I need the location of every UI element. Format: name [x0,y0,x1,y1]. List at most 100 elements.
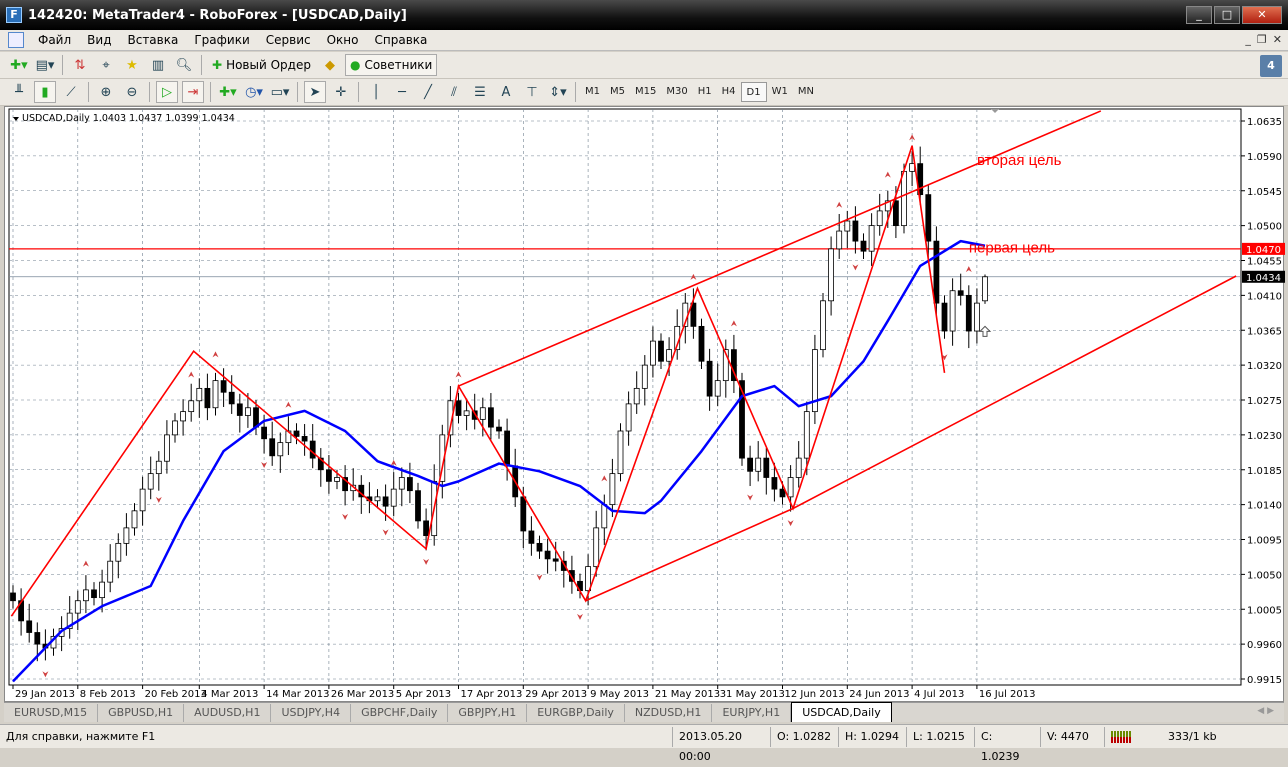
price-tick-label: 1.0590 [1247,152,1282,163]
price-tick-label: 1.0410 [1247,291,1282,302]
candle-bear [487,407,494,428]
chart-tab[interactable]: EURJPY,H1 [712,704,792,722]
status-low: L: 1.0215 [906,726,974,747]
price-tick-label: 1.0230 [1247,431,1282,442]
arrows-icon[interactable]: ⇕▾ [547,81,569,103]
navigator-icon[interactable]: ★ [121,54,143,76]
expert-advisors-icon: ● [349,58,361,72]
date-tick-label: 16 Jul 2013 [979,689,1036,700]
price-tick-label: 1.0095 [1247,536,1282,547]
notifications-button[interactable]: 4 [1260,55,1282,77]
candle-bull [334,477,340,482]
mdi-minimize-icon[interactable]: _ [1245,33,1251,46]
candle-bull [755,457,762,472]
chart-tab[interactable]: AUDUSD,H1 [184,704,272,722]
periods-icon[interactable]: ◷▾ [243,81,265,103]
equidistant-channel-icon[interactable]: ⫽ [443,81,465,103]
price-chart[interactable]: 1.0635 1.0590 1.0545 1.0500 1.0455 1.0410 1.03… [5,107,1285,703]
chart-document-icon[interactable] [8,32,24,48]
chart-tab[interactable]: NZDUSD,H1 [625,704,713,722]
chart-tab[interactable]: EURUSD,M15 [4,704,99,722]
candle-bear [382,496,389,507]
text-icon[interactable]: A [495,81,517,103]
timeframe-mn[interactable]: MN [793,82,819,102]
target-label: первая цель [969,239,1055,256]
candle-bull [974,302,980,332]
minimize-button[interactable]: _ [1186,6,1212,24]
menu-insert[interactable]: Вставка [119,33,186,47]
fibonacci-icon[interactable]: ☰ [469,81,491,103]
market-watch-icon[interactable]: ⇅ [69,54,91,76]
mdi-close-icon[interactable]: ✕ [1273,33,1282,46]
terminal-icon[interactable]: ▥ [147,54,169,76]
current-price-label: 1.0434 [1246,273,1281,284]
candle-bear [957,290,964,296]
timeframe-m1[interactable]: M1 [580,82,605,102]
menu-window[interactable]: Окно [319,33,367,47]
candle-bear [706,360,713,397]
timeframe-m5[interactable]: M5 [605,82,630,102]
menu-file[interactable]: Файл [30,33,79,47]
candle-bear [860,240,867,252]
candle-bear [10,592,16,602]
new-chart-icon[interactable]: ✚▾ [8,54,30,76]
indicators-icon[interactable]: ✚▾ [217,81,239,103]
candle-bull [147,473,154,490]
maximize-button[interactable]: □ [1214,6,1240,24]
chart-tab[interactable]: EURGBP,Daily [527,704,625,722]
vertical-line-icon[interactable]: │ [365,81,387,103]
data-window-icon[interactable]: ⌖ [95,54,117,76]
chart-tab[interactable]: USDJPY,H4 [271,704,352,722]
chart-tab[interactable]: GBPJPY,H1 [448,704,528,722]
horizontal-line-icon[interactable]: ─ [391,81,413,103]
zoom-out-icon[interactable]: ⊖ [121,81,143,103]
templates-icon[interactable]: ▭▾ [269,81,291,103]
mdi-restore-icon[interactable]: ❐ [1257,33,1267,46]
candle-bear [423,520,430,537]
connection-status-icon[interactable] [1104,726,1138,747]
new-order-button[interactable]: ✚ Новый Ордер [208,54,315,76]
close-button[interactable]: ✕ [1242,6,1282,24]
tab-scroll-arrows[interactable]: ◀ ▶ [1257,706,1274,716]
cursor-icon[interactable]: ➤ [304,81,326,103]
crosshair-icon[interactable]: ✛ [330,81,352,103]
menu-view[interactable]: Вид [79,33,119,47]
date-tick-label: 21 May 2013 [655,689,720,700]
zoom-in-icon[interactable]: ⊕ [95,81,117,103]
menu-help[interactable]: Справка [367,33,436,47]
metaeditor-icon[interactable]: ◆ [319,54,341,76]
autoscroll-icon[interactable]: ▷ [156,81,178,103]
candle-bear [771,477,778,490]
menu-tools[interactable]: Сервис [258,33,319,47]
strategy-tester-icon[interactable]: 🔍︎ [173,54,195,76]
timeframe-h4[interactable]: H4 [717,82,741,102]
chart-window[interactable]: 1.0635 1.0590 1.0545 1.0500 1.0455 1.0410 1.03… [4,106,1285,703]
candlestick-chart-icon[interactable]: ▮ [34,81,56,103]
menu-charts[interactable]: Графики [186,33,257,47]
line-chart-icon[interactable]: ⟋ [60,81,82,103]
target-label: вторая цель [977,152,1062,169]
timeframe-w1[interactable]: W1 [767,82,793,102]
candle-bull [828,248,834,302]
chart-tab[interactable]: USDCAD,Daily [791,702,892,722]
chart-tab[interactable]: GBPUSD,H1 [98,704,185,722]
bar-chart-icon[interactable]: ╨ [8,81,30,103]
status-close: C: 1.0239 [974,726,1040,763]
timeframe-m30[interactable]: M30 [661,82,692,102]
candle-bull [107,560,114,583]
text-label-icon[interactable]: ⊤ [521,81,543,103]
timeframe-m15[interactable]: M15 [630,82,661,102]
candle-bear [309,440,316,459]
expert-advisors-button[interactable]: ● Советники [344,54,438,76]
profiles-icon[interactable]: ▤▾ [34,54,56,76]
timeframe-d1[interactable]: D1 [740,82,767,102]
charts-toolbar: ╨ ▮ ⟋ ⊕ ⊖ ▷ ⇥ ✚▾ ◷▾ ▭▾ ➤ ✛ │ ─ ╱ ⫽ ☰ A ⊤… [0,79,1288,106]
candle-bull [139,488,146,512]
timeframe-h1[interactable]: H1 [693,82,717,102]
candle-bull [609,473,616,506]
trendline-icon[interactable]: ╱ [417,81,439,103]
chart-shift-icon[interactable]: ⇥ [182,81,204,103]
chart-tab[interactable]: GBPCHF,Daily [351,704,449,722]
candle-bull [641,364,648,389]
candle-bear [763,457,770,478]
